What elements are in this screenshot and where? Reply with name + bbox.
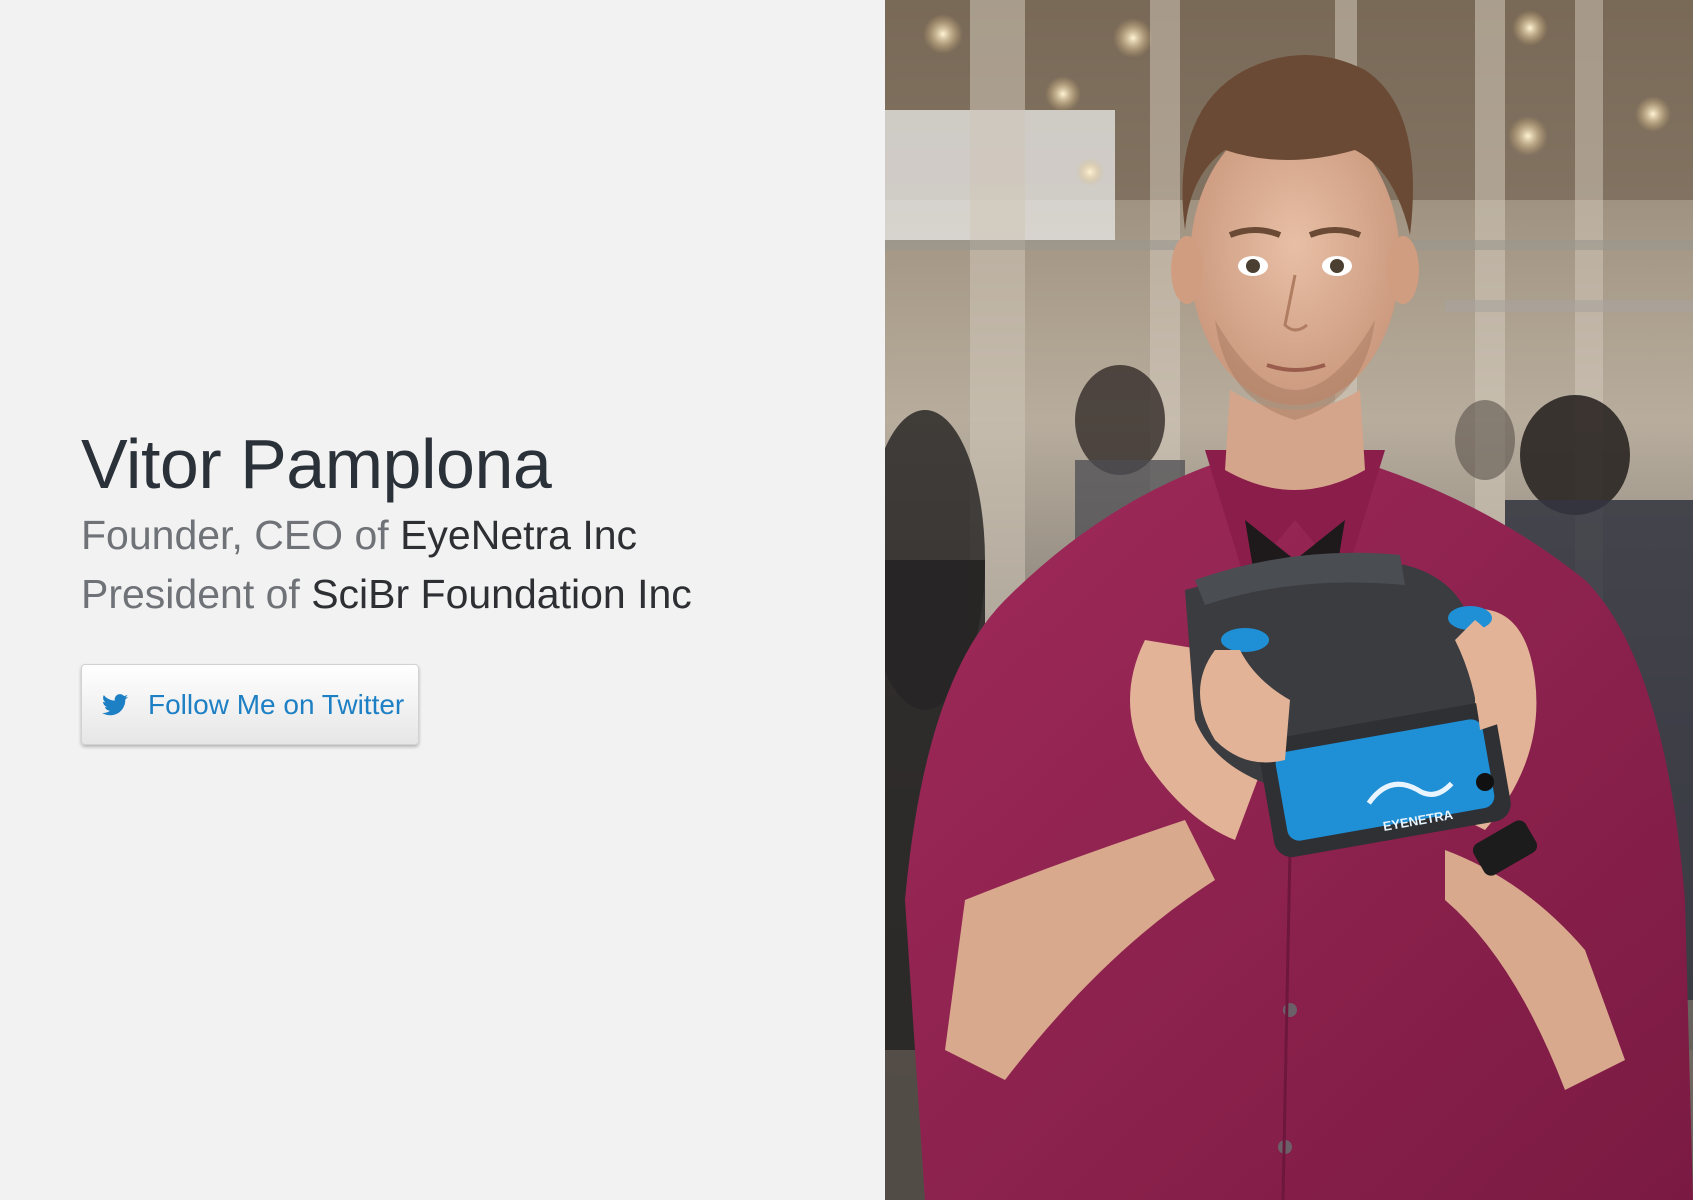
role-prefix: Founder, CEO of (81, 512, 401, 558)
twitter-bird-icon (102, 693, 128, 716)
intro-panel: Vitor Pamplona Founder, CEO of EyeNetra … (0, 0, 885, 1200)
page: Vitor Pamplona Founder, CEO of EyeNetra … (0, 0, 1693, 1200)
org-scibr: SciBr Foundation Inc (311, 571, 692, 617)
role-line-eyenetra: Founder, CEO of EyeNetra Inc (81, 506, 692, 565)
role-line-scibr: President of SciBr Foundation Inc (81, 565, 692, 624)
bio: Vitor Pamplona Founder, CEO of EyeNetra … (81, 422, 692, 624)
follow-twitter-label: Follow Me on Twitter (148, 688, 405, 720)
person-name: Vitor Pamplona (81, 425, 552, 503)
portrait-photo: EYENETRA (885, 0, 1693, 1200)
role-prefix: President of (81, 571, 312, 617)
follow-twitter-button[interactable]: Follow Me on Twitter (81, 664, 419, 745)
org-eyenetra: EyeNetra Inc (400, 512, 638, 558)
portrait-illustration: EYENETRA (885, 0, 1693, 1200)
